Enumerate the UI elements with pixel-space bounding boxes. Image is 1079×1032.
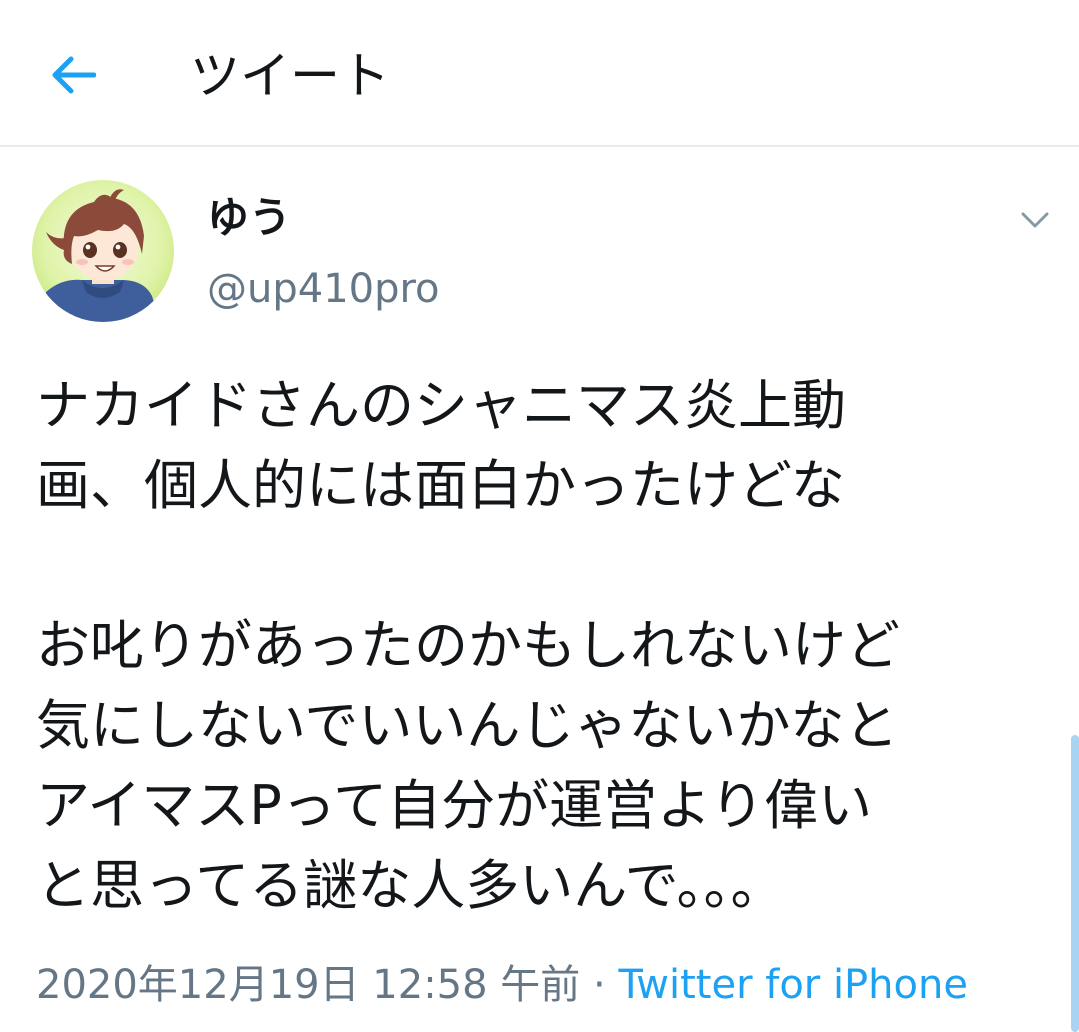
page-title: ツイート xyxy=(190,47,390,105)
back-button[interactable] xyxy=(38,42,108,108)
tweet-detail-page: ツイート ゆう @up410pro ナカイドさんのシャニマス炎上動 画、個人的に… xyxy=(0,0,1079,1032)
tweet-text-line: アイマスPって自分が運営より偉い xyxy=(36,774,873,837)
author-handle[interactable]: @up410pro xyxy=(207,262,440,316)
anime-character-avatar-image xyxy=(32,180,174,322)
meta-separator: · xyxy=(593,962,606,1008)
scrollbar[interactable] xyxy=(1071,735,1079,1032)
author-display-name[interactable]: ゆう xyxy=(207,190,291,246)
tweet-text: ナカイドさんのシャニマス炎上動 画、個人的には面白かったけどな お叱りがあったの… xyxy=(36,366,1046,926)
tweet-text-line: お叱りがあったのかもしれないけど xyxy=(36,614,900,677)
tweet-timestamp[interactable]: 2020年12月19日 12:58 午前 xyxy=(36,962,580,1008)
tweet-source-link[interactable]: Twitter for iPhone xyxy=(618,962,968,1008)
avatar[interactable] xyxy=(32,180,174,322)
tweet-options-button[interactable] xyxy=(1012,200,1058,240)
tweet-text-line: ナカイドさんのシャニマス炎上動 xyxy=(36,374,846,437)
top-app-bar: ツイート xyxy=(0,0,1079,147)
tweet-meta: 2020年12月19日 12:58 午前 · Twitter for iPhon… xyxy=(36,958,968,1012)
tweet-text-line: と思ってる謎な人多いんで。。。 xyxy=(36,854,785,917)
arrow-left-icon xyxy=(52,56,96,94)
chevron-down-icon xyxy=(1021,212,1049,228)
tweet-text-line xyxy=(36,526,1046,606)
tweet-text-line: 画、個人的には面白かったけどな xyxy=(36,454,845,517)
tweet-text-line: 気にしないでいいんじゃないかなと xyxy=(36,694,899,757)
